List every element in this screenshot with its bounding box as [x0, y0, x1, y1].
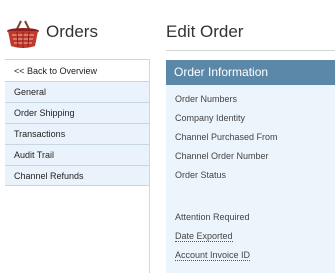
back-to-overview-link[interactable]: << Back to Overview: [5, 59, 149, 81]
field-label-attention-required: Attention Required: [175, 212, 250, 222]
sidebar-item-transactions[interactable]: Transactions: [5, 123, 149, 144]
shopping-basket-icon: [7, 20, 39, 48]
field-label-account-invoice-id[interactable]: Account Invoice ID: [175, 250, 251, 261]
field-label-channel-order-number: Channel Order Number: [175, 151, 269, 161]
app-title: Orders: [46, 22, 98, 41]
sidebar-item-order-shipping[interactable]: Order Shipping: [5, 102, 149, 123]
sidebar-item-channel-refunds[interactable]: Channel Refunds: [5, 165, 149, 186]
order-information-panel: Order Information Order Numbers Company …: [166, 60, 335, 273]
field-label-channel-purchased-from: Channel Purchased From: [175, 132, 278, 142]
field-label-date-exported[interactable]: Date Exported: [175, 231, 233, 242]
field-label-order-numbers: Order Numbers: [175, 94, 238, 104]
sidebar-nav: << Back to Overview General Order Shippi…: [5, 59, 150, 273]
field-label-company-identity: Company Identity: [175, 113, 246, 123]
field-label-order-status: Order Status: [175, 170, 227, 180]
app-header: Orders: [0, 0, 150, 62]
title-divider: [166, 50, 335, 51]
sidebar-item-audit-trail[interactable]: Audit Trail: [5, 144, 149, 165]
panel-title: Order Information: [166, 60, 335, 85]
page-title: Edit Order: [166, 22, 244, 41]
sidebar-item-general[interactable]: General: [5, 81, 149, 102]
